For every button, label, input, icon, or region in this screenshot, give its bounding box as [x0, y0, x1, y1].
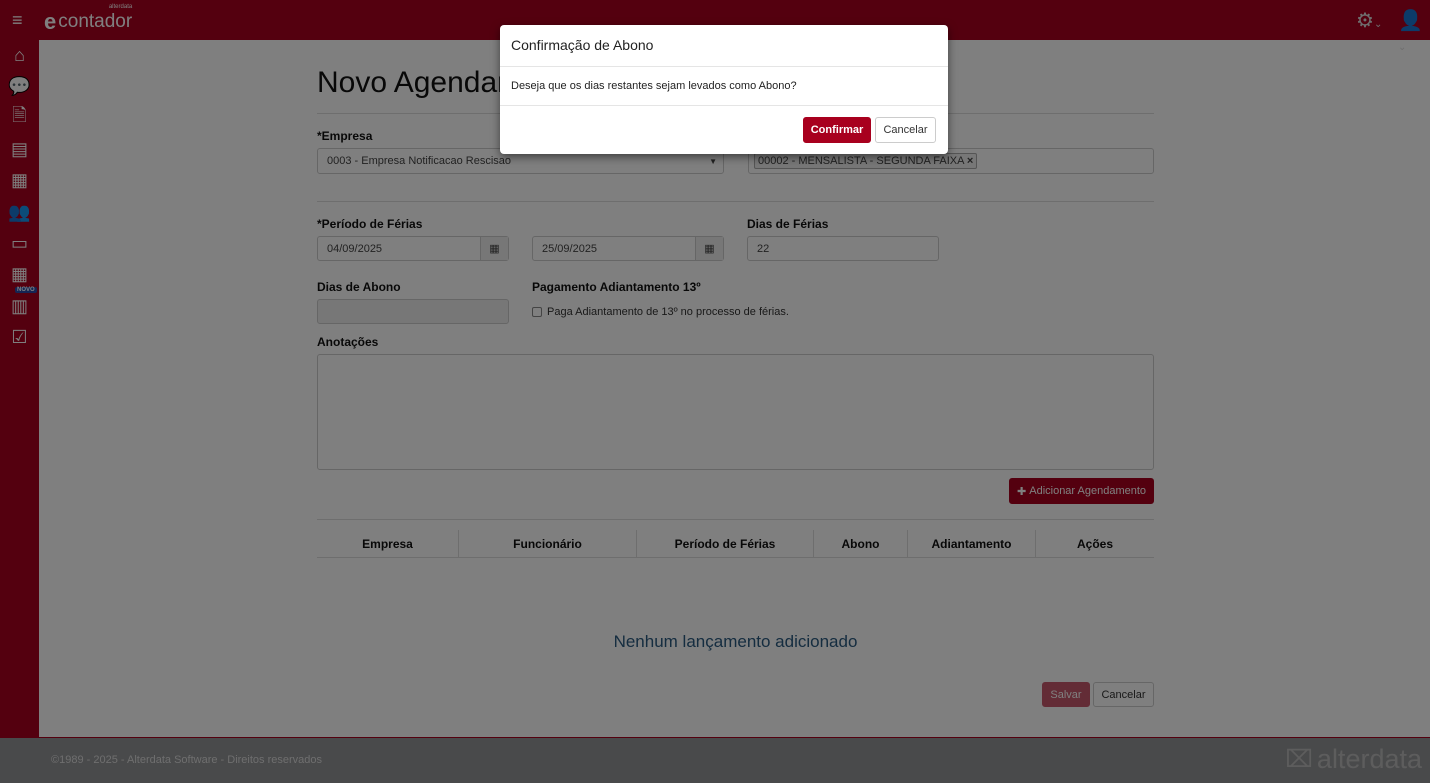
- modal-title: Confirmação de Abono: [500, 25, 948, 67]
- confirm-abono-modal: Confirmação de Abono Deseja que os dias …: [500, 25, 948, 154]
- confirm-button[interactable]: Confirmar: [803, 117, 871, 143]
- modal-cancel-button[interactable]: Cancelar: [875, 117, 936, 143]
- modal-message: Deseja que os dias restantes sejam levad…: [500, 67, 948, 106]
